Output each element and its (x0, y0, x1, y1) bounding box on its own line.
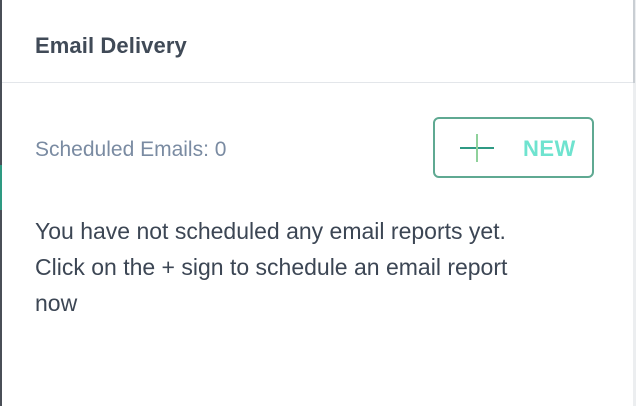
scheduled-emails-count: Scheduled Emails: 0 (35, 138, 227, 161)
plus-icon (460, 134, 494, 162)
empty-state-message: You have not scheduled any email reports… (35, 213, 605, 321)
empty-state-line: You have not scheduled any email reports… (35, 218, 506, 244)
panel-title: Email Delivery (35, 33, 187, 58)
panel-header: Email Delivery (2, 0, 633, 83)
empty-state-line: Click on the + sign to schedule an email… (35, 254, 508, 280)
right-border-top (633, 0, 635, 83)
empty-state-line: now (35, 290, 78, 316)
plus-icon-vertical (476, 134, 478, 162)
email-delivery-panel: Email Delivery Scheduled Emails: 0 NEW Y… (0, 0, 636, 406)
left-accent-marker (0, 165, 2, 210)
new-button-label: NEW (523, 136, 576, 161)
new-schedule-button[interactable]: NEW (433, 117, 594, 178)
